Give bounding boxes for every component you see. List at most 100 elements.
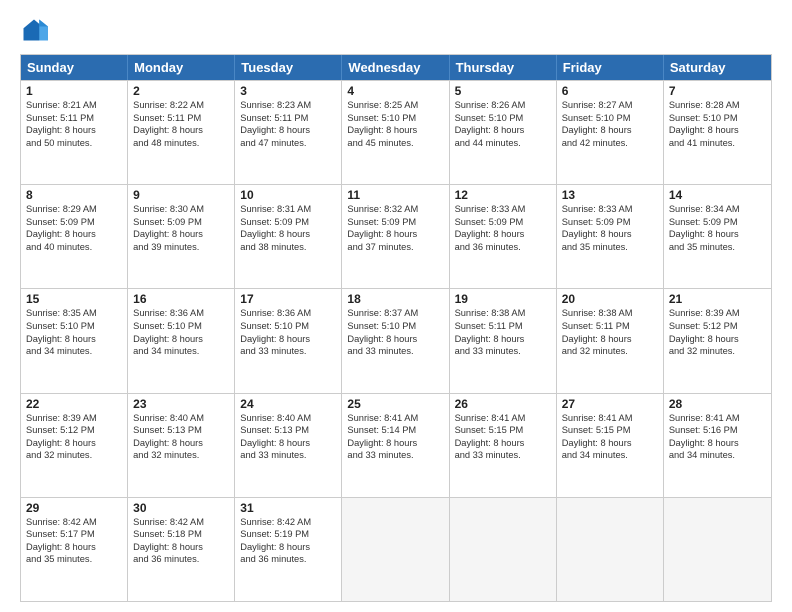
calendar-day-17: 17Sunrise: 8:36 AMSunset: 5:10 PMDayligh… xyxy=(235,289,342,392)
day-number: 9 xyxy=(133,188,229,202)
day-info: Sunrise: 8:27 AMSunset: 5:10 PMDaylight:… xyxy=(562,99,658,149)
calendar-day-28: 28Sunrise: 8:41 AMSunset: 5:16 PMDayligh… xyxy=(664,394,771,497)
day-number: 17 xyxy=(240,292,336,306)
calendar-day-8: 8Sunrise: 8:29 AMSunset: 5:09 PMDaylight… xyxy=(21,185,128,288)
calendar-day-15: 15Sunrise: 8:35 AMSunset: 5:10 PMDayligh… xyxy=(21,289,128,392)
calendar-week-1: 1Sunrise: 8:21 AMSunset: 5:11 PMDaylight… xyxy=(21,80,771,184)
day-info: Sunrise: 8:36 AMSunset: 5:10 PMDaylight:… xyxy=(133,307,229,357)
calendar-empty-cell xyxy=(450,498,557,601)
calendar-day-21: 21Sunrise: 8:39 AMSunset: 5:12 PMDayligh… xyxy=(664,289,771,392)
calendar-week-4: 22Sunrise: 8:39 AMSunset: 5:12 PMDayligh… xyxy=(21,393,771,497)
day-number: 19 xyxy=(455,292,551,306)
day-number: 5 xyxy=(455,84,551,98)
calendar-day-19: 19Sunrise: 8:38 AMSunset: 5:11 PMDayligh… xyxy=(450,289,557,392)
calendar-day-27: 27Sunrise: 8:41 AMSunset: 5:15 PMDayligh… xyxy=(557,394,664,497)
day-number: 27 xyxy=(562,397,658,411)
calendar-header: SundayMondayTuesdayWednesdayThursdayFrid… xyxy=(21,55,771,80)
calendar-week-3: 15Sunrise: 8:35 AMSunset: 5:10 PMDayligh… xyxy=(21,288,771,392)
day-number: 24 xyxy=(240,397,336,411)
day-info: Sunrise: 8:41 AMSunset: 5:14 PMDaylight:… xyxy=(347,412,443,462)
day-info: Sunrise: 8:33 AMSunset: 5:09 PMDaylight:… xyxy=(455,203,551,253)
calendar-day-3: 3Sunrise: 8:23 AMSunset: 5:11 PMDaylight… xyxy=(235,81,342,184)
day-info: Sunrise: 8:34 AMSunset: 5:09 PMDaylight:… xyxy=(669,203,766,253)
calendar-day-13: 13Sunrise: 8:33 AMSunset: 5:09 PMDayligh… xyxy=(557,185,664,288)
calendar-week-2: 8Sunrise: 8:29 AMSunset: 5:09 PMDaylight… xyxy=(21,184,771,288)
day-number: 29 xyxy=(26,501,122,515)
calendar-day-14: 14Sunrise: 8:34 AMSunset: 5:09 PMDayligh… xyxy=(664,185,771,288)
calendar-day-16: 16Sunrise: 8:36 AMSunset: 5:10 PMDayligh… xyxy=(128,289,235,392)
day-number: 14 xyxy=(669,188,766,202)
day-number: 3 xyxy=(240,84,336,98)
calendar-day-18: 18Sunrise: 8:37 AMSunset: 5:10 PMDayligh… xyxy=(342,289,449,392)
day-number: 30 xyxy=(133,501,229,515)
day-info: Sunrise: 8:35 AMSunset: 5:10 PMDaylight:… xyxy=(26,307,122,357)
calendar-day-12: 12Sunrise: 8:33 AMSunset: 5:09 PMDayligh… xyxy=(450,185,557,288)
calendar-day-5: 5Sunrise: 8:26 AMSunset: 5:10 PMDaylight… xyxy=(450,81,557,184)
calendar-week-5: 29Sunrise: 8:42 AMSunset: 5:17 PMDayligh… xyxy=(21,497,771,601)
day-info: Sunrise: 8:42 AMSunset: 5:18 PMDaylight:… xyxy=(133,516,229,566)
day-info: Sunrise: 8:41 AMSunset: 5:16 PMDaylight:… xyxy=(669,412,766,462)
day-info: Sunrise: 8:21 AMSunset: 5:11 PMDaylight:… xyxy=(26,99,122,149)
day-number: 31 xyxy=(240,501,336,515)
day-number: 4 xyxy=(347,84,443,98)
day-info: Sunrise: 8:39 AMSunset: 5:12 PMDaylight:… xyxy=(669,307,766,357)
header-day-friday: Friday xyxy=(557,55,664,80)
day-number: 25 xyxy=(347,397,443,411)
calendar-empty-cell xyxy=(557,498,664,601)
day-info: Sunrise: 8:38 AMSunset: 5:11 PMDaylight:… xyxy=(455,307,551,357)
day-number: 20 xyxy=(562,292,658,306)
header-day-tuesday: Tuesday xyxy=(235,55,342,80)
page: SundayMondayTuesdayWednesdayThursdayFrid… xyxy=(0,0,792,612)
calendar-day-23: 23Sunrise: 8:40 AMSunset: 5:13 PMDayligh… xyxy=(128,394,235,497)
day-info: Sunrise: 8:40 AMSunset: 5:13 PMDaylight:… xyxy=(240,412,336,462)
calendar-day-7: 7Sunrise: 8:28 AMSunset: 5:10 PMDaylight… xyxy=(664,81,771,184)
calendar-day-26: 26Sunrise: 8:41 AMSunset: 5:15 PMDayligh… xyxy=(450,394,557,497)
day-number: 15 xyxy=(26,292,122,306)
header-day-sunday: Sunday xyxy=(21,55,128,80)
logo xyxy=(20,16,52,44)
header-day-wednesday: Wednesday xyxy=(342,55,449,80)
day-number: 23 xyxy=(133,397,229,411)
calendar-day-1: 1Sunrise: 8:21 AMSunset: 5:11 PMDaylight… xyxy=(21,81,128,184)
day-info: Sunrise: 8:32 AMSunset: 5:09 PMDaylight:… xyxy=(347,203,443,253)
calendar-day-29: 29Sunrise: 8:42 AMSunset: 5:17 PMDayligh… xyxy=(21,498,128,601)
day-info: Sunrise: 8:28 AMSunset: 5:10 PMDaylight:… xyxy=(669,99,766,149)
header-day-saturday: Saturday xyxy=(664,55,771,80)
header xyxy=(20,16,772,44)
day-number: 8 xyxy=(26,188,122,202)
calendar-day-10: 10Sunrise: 8:31 AMSunset: 5:09 PMDayligh… xyxy=(235,185,342,288)
day-info: Sunrise: 8:30 AMSunset: 5:09 PMDaylight:… xyxy=(133,203,229,253)
day-number: 13 xyxy=(562,188,658,202)
day-info: Sunrise: 8:31 AMSunset: 5:09 PMDaylight:… xyxy=(240,203,336,253)
day-info: Sunrise: 8:42 AMSunset: 5:17 PMDaylight:… xyxy=(26,516,122,566)
calendar-day-20: 20Sunrise: 8:38 AMSunset: 5:11 PMDayligh… xyxy=(557,289,664,392)
day-info: Sunrise: 8:42 AMSunset: 5:19 PMDaylight:… xyxy=(240,516,336,566)
calendar-day-25: 25Sunrise: 8:41 AMSunset: 5:14 PMDayligh… xyxy=(342,394,449,497)
day-info: Sunrise: 8:33 AMSunset: 5:09 PMDaylight:… xyxy=(562,203,658,253)
calendar-empty-cell xyxy=(664,498,771,601)
header-day-monday: Monday xyxy=(128,55,235,80)
day-number: 26 xyxy=(455,397,551,411)
day-info: Sunrise: 8:40 AMSunset: 5:13 PMDaylight:… xyxy=(133,412,229,462)
header-day-thursday: Thursday xyxy=(450,55,557,80)
calendar-day-4: 4Sunrise: 8:25 AMSunset: 5:10 PMDaylight… xyxy=(342,81,449,184)
calendar-day-9: 9Sunrise: 8:30 AMSunset: 5:09 PMDaylight… xyxy=(128,185,235,288)
day-number: 12 xyxy=(455,188,551,202)
day-info: Sunrise: 8:38 AMSunset: 5:11 PMDaylight:… xyxy=(562,307,658,357)
calendar-day-24: 24Sunrise: 8:40 AMSunset: 5:13 PMDayligh… xyxy=(235,394,342,497)
calendar-day-22: 22Sunrise: 8:39 AMSunset: 5:12 PMDayligh… xyxy=(21,394,128,497)
day-info: Sunrise: 8:29 AMSunset: 5:09 PMDaylight:… xyxy=(26,203,122,253)
day-number: 1 xyxy=(26,84,122,98)
day-number: 10 xyxy=(240,188,336,202)
day-number: 22 xyxy=(26,397,122,411)
day-info: Sunrise: 8:36 AMSunset: 5:10 PMDaylight:… xyxy=(240,307,336,357)
calendar-empty-cell xyxy=(342,498,449,601)
day-info: Sunrise: 8:41 AMSunset: 5:15 PMDaylight:… xyxy=(455,412,551,462)
day-number: 16 xyxy=(133,292,229,306)
day-number: 6 xyxy=(562,84,658,98)
day-number: 11 xyxy=(347,188,443,202)
logo-icon xyxy=(20,16,48,44)
day-number: 7 xyxy=(669,84,766,98)
calendar-day-30: 30Sunrise: 8:42 AMSunset: 5:18 PMDayligh… xyxy=(128,498,235,601)
calendar-day-11: 11Sunrise: 8:32 AMSunset: 5:09 PMDayligh… xyxy=(342,185,449,288)
